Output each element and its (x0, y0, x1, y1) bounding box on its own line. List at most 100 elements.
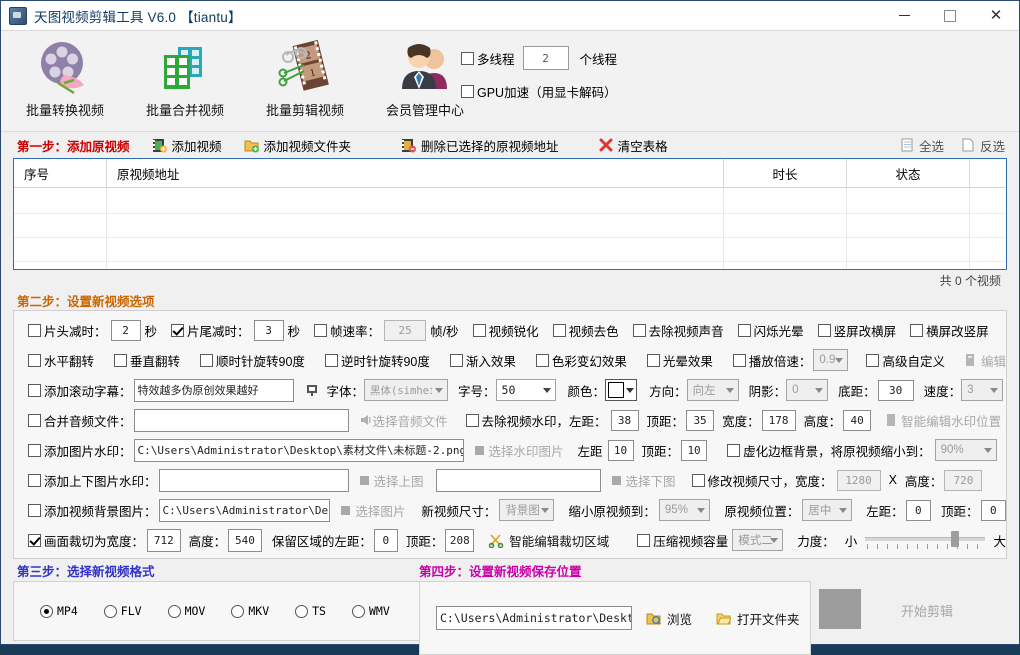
watermark-top-input[interactable]: 35 (686, 409, 715, 431)
fade-in-checkbox[interactable] (449, 353, 463, 367)
halo-checkbox[interactable] (646, 353, 660, 367)
background-path-input[interactable]: C:\Users\Administrator\Desktop\d (158, 498, 331, 522)
playback-speed-group[interactable]: 播放倍速： (732, 351, 811, 370)
bottom-distance-input[interactable]: 30 (877, 379, 914, 401)
format-radio-wmv[interactable]: WMV (351, 604, 390, 618)
tool-batch-merge[interactable]: 批量合并视频 (129, 37, 241, 119)
wm-top-dist-input[interactable]: 10 (681, 439, 708, 461)
radio-mov[interactable] (167, 604, 181, 618)
flicker-checkbox[interactable] (737, 323, 751, 337)
scroll-subtitle-checkbox[interactable] (28, 383, 41, 397)
format-radio-flv[interactable]: FLV (103, 604, 142, 618)
radio-flv[interactable] (103, 604, 117, 618)
landscape-to-portrait-checkbox[interactable] (910, 323, 924, 337)
background-image-checkbox[interactable] (28, 503, 41, 517)
resize-video-checkbox[interactable] (691, 473, 705, 487)
add-folder-button[interactable]: 添加视频文件夹 (244, 135, 351, 155)
choose-background-image-button[interactable]: 选择图片 (340, 501, 405, 520)
remove-watermark-group[interactable]: 去除视频水印，左距： (465, 411, 607, 430)
mute-checkbox[interactable] (632, 323, 646, 337)
crop-checkbox[interactable] (28, 533, 41, 547)
add-video-button[interactable]: 添加视频 (152, 135, 222, 155)
browse-button[interactable]: 浏览 (646, 609, 692, 628)
blur-shrink-select[interactable]: 90% (934, 439, 997, 461)
format-radio-ts[interactable]: TS (295, 604, 326, 618)
sharpen-checkbox[interactable] (472, 323, 486, 337)
playback-speed-checkbox[interactable] (732, 353, 746, 367)
invert-select-button[interactable]: 反选 (962, 135, 1005, 155)
choose-audio-button[interactable]: 选择音频文件 (359, 411, 448, 430)
portrait-to-landscape-checkbox[interactable] (817, 323, 831, 337)
head-trim-checkbox[interactable] (28, 323, 41, 337)
minimize-button[interactable] (881, 1, 927, 30)
smart-edit-watermark-button[interactable]: 智能编辑水印位置 (885, 411, 1001, 430)
crop-height-input[interactable]: 540 (228, 528, 262, 552)
tail-trim-checkbox-group[interactable]: 片尾减时： (171, 321, 250, 340)
watermark-height-input[interactable]: 40 (843, 409, 872, 431)
open-folder-button[interactable]: 打开文件夹 (716, 609, 800, 628)
compress-mode-select[interactable]: 模式二 (732, 529, 784, 551)
blur-border-checkbox[interactable] (727, 443, 741, 457)
save-path-input[interactable]: C:\Users\Administrator\Desktop (436, 606, 632, 630)
crop-width-input[interactable]: 712 (147, 528, 181, 552)
format-radio-mkv[interactable]: MKV (231, 604, 269, 618)
rotate-cw-group[interactable]: 顺时针旋转90度 (200, 351, 305, 370)
font-select[interactable]: 黑体(simhei) (364, 379, 449, 401)
vflip-checkbox[interactable] (114, 353, 128, 367)
framerate-checkbox[interactable] (314, 323, 328, 337)
wm-left-dist-input[interactable]: 10 (607, 439, 634, 461)
mute-checkbox-group[interactable]: 去除视频声音 (632, 321, 724, 340)
table-row[interactable] (14, 187, 1006, 214)
top-image-input[interactable] (158, 468, 349, 492)
radio-ts[interactable] (295, 604, 309, 618)
multithread-checkbox[interactable] (461, 51, 474, 65)
new-video-size-select[interactable]: 背景图 (499, 499, 555, 521)
compress-checkbox[interactable] (637, 533, 651, 547)
choose-watermark-image-button[interactable]: 选择水印图片 (474, 441, 564, 460)
rotate-ccw-checkbox[interactable] (324, 353, 338, 367)
subtitle-text-input[interactable]: 特效越多伪原创效果越好 (133, 378, 294, 402)
tail-trim-input[interactable]: 3 (253, 319, 284, 341)
tool-batch-clip[interactable]: 2 1 批量剪辑视频 (249, 37, 361, 119)
delete-selected-button[interactable]: 删除已选择的原视频地址 (401, 135, 559, 155)
gpu-acceleration-checkbox[interactable] (461, 84, 474, 98)
table-row[interactable] (14, 261, 1006, 269)
start-clip-button[interactable]: 开始剪辑 (877, 597, 977, 623)
subtitle-speed-select[interactable]: 3 (961, 379, 1004, 401)
playback-speed-select[interactable]: 0.9 (813, 349, 849, 371)
crop-group[interactable]: 画面裁切为宽度： (28, 531, 144, 550)
resize-video-group[interactable]: 修改视频尺寸，宽度： (691, 471, 833, 490)
resize-width-input[interactable]: 1280 (836, 469, 881, 491)
watermark-left-input[interactable]: 38 (610, 409, 639, 431)
smart-crop-button[interactable]: 智能编辑裁切区域 (488, 531, 609, 550)
maximize-button[interactable] (927, 1, 973, 30)
select-all-button[interactable]: 全选 (901, 135, 944, 155)
resize-height-input[interactable]: 720 (944, 469, 983, 491)
color-shift-checkbox[interactable] (535, 353, 549, 367)
edit-advanced-button[interactable]: 编辑 (963, 351, 1006, 370)
hflip-checkbox[interactable] (28, 353, 41, 367)
sharpen-checkbox-group[interactable]: 视频锐化 (472, 321, 539, 340)
image-watermark-group[interactable]: 添加图片水印： (28, 441, 132, 460)
top-bottom-watermark-checkbox[interactable] (28, 473, 41, 487)
clear-table-button[interactable]: 清空表格 (599, 135, 668, 155)
format-radio-mp4[interactable]: MP4 (40, 604, 78, 618)
head-trim-checkbox-group[interactable]: 片头减时： (28, 321, 107, 340)
blur-border-group[interactable]: 虚化边框背景，将原视频缩小到： (727, 441, 931, 460)
keep-left-input[interactable]: 0 (373, 528, 398, 552)
remove-watermark-checkbox[interactable] (465, 413, 479, 427)
vflip-group[interactable]: 垂直翻转 (114, 351, 180, 370)
top-bottom-watermark-group[interactable]: 添加上下图片水印： (28, 471, 157, 490)
close-button[interactable]: ✕ (973, 1, 1019, 30)
font-color-picker[interactable] (605, 379, 638, 401)
direction-select[interactable]: 向左 (686, 379, 739, 401)
framerate-input[interactable]: 25 (384, 319, 427, 341)
head-trim-input[interactable]: 2 (110, 319, 141, 341)
tool-batch-convert[interactable]: 批量转换视频 (9, 37, 121, 119)
thread-count-input[interactable]: 2 (522, 46, 569, 70)
format-radio-mov[interactable]: MOV (167, 604, 205, 618)
framerate-checkbox-group[interactable]: 帧速率： (314, 321, 380, 340)
portrait-to-landscape-group[interactable]: 竖屏改横屏 (817, 321, 896, 340)
shadow-select[interactable]: 0 (786, 379, 829, 401)
background-image-group[interactable]: 添加视频背景图片： (28, 501, 157, 520)
